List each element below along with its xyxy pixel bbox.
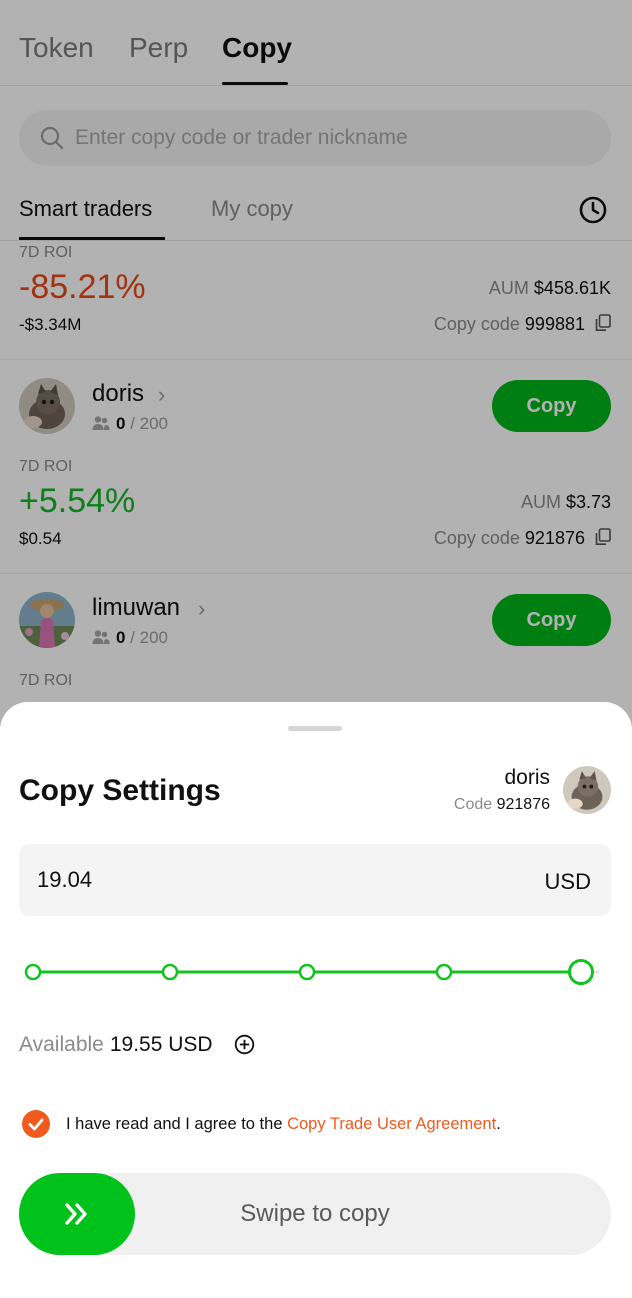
swipe-to-copy-track[interactable]: Swipe to copy xyxy=(19,1173,611,1255)
agreement-text: I have read and I agree to the Copy Trad… xyxy=(66,1115,501,1134)
available-label: Available xyxy=(19,1033,104,1056)
slider-stop[interactable] xyxy=(435,963,453,981)
amount-field[interactable]: USD xyxy=(19,844,611,916)
slider-stop[interactable] xyxy=(161,963,179,981)
sheet-trader-code: Code 921876 xyxy=(454,796,550,814)
avatar xyxy=(563,766,611,814)
available-balance: Available 19.55 USD xyxy=(19,1033,213,1057)
slider-thumb[interactable] xyxy=(568,959,594,985)
available-value: 19.55 USD xyxy=(109,1033,213,1056)
agreement-prefix: I have read and I agree to the xyxy=(66,1115,288,1133)
copy-settings-sheet: Copy Settings doris Code 921876 USD Avai… xyxy=(0,702,632,1298)
swipe-handle[interactable] xyxy=(19,1173,135,1255)
sheet-title: Copy Settings xyxy=(19,774,221,807)
sheet-drag-handle[interactable] xyxy=(288,726,342,731)
sheet-trader-name: doris xyxy=(504,766,550,789)
sheet-code-label: Code xyxy=(453,796,493,813)
amount-unit: USD xyxy=(544,869,591,894)
amount-input[interactable] xyxy=(37,844,437,916)
slider-stop[interactable] xyxy=(24,963,42,981)
agreement-link[interactable]: Copy Trade User Agreement xyxy=(287,1115,496,1133)
agreement-checkbox[interactable] xyxy=(22,1110,50,1138)
add-funds-icon[interactable] xyxy=(234,1034,255,1055)
sheet-code-value: 921876 xyxy=(496,796,550,813)
agreement-suffix: . xyxy=(496,1115,501,1133)
double-chevron-right-icon xyxy=(65,1203,87,1225)
amount-slider[interactable] xyxy=(19,952,611,992)
slider-stop[interactable] xyxy=(298,963,316,981)
